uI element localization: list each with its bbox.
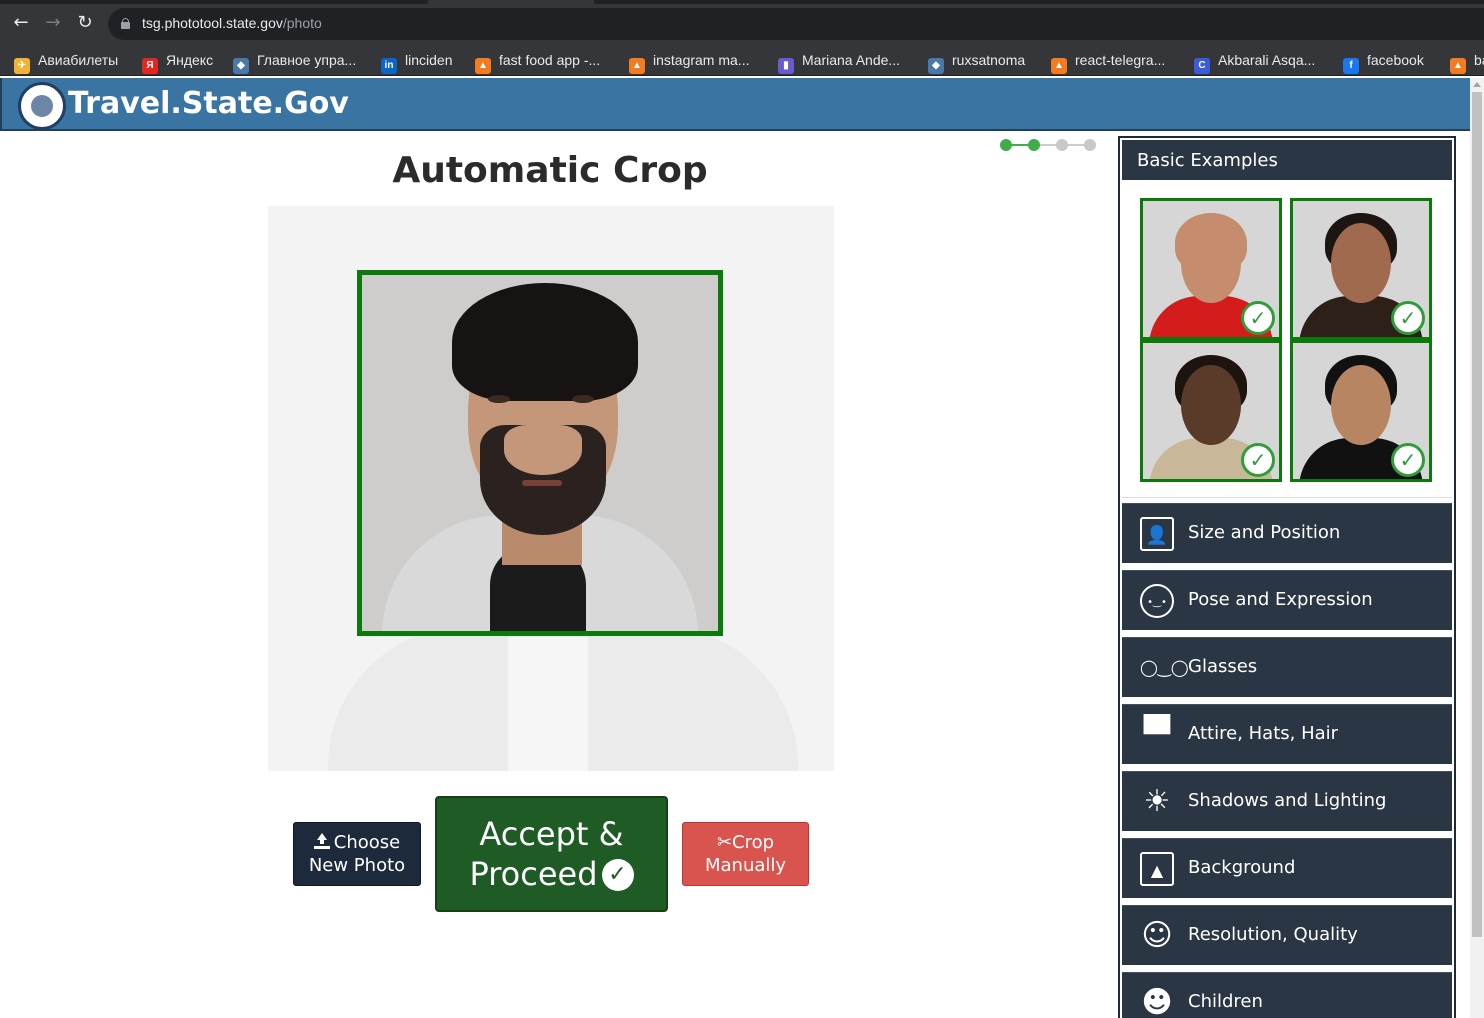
bookmarks-bar: ✈ Авиабилеты Я Яндекс ◆ Главное упра... in linc… <box>0 44 1484 76</box>
portrait-frame-icon: 👤 <box>1140 517 1174 551</box>
bookmark-item[interactable]: C Akbarali Asqa... <box>1194 51 1316 74</box>
check-circle-icon: ✓ <box>601 859 634 891</box>
bookmark-label: fast food app -... <box>499 52 601 68</box>
face-outline-icon: ☺ <box>1141 918 1173 953</box>
guideline-category-size-and-position[interactable]: 👤 Size and Position <box>1122 503 1452 563</box>
bookmark-item[interactable]: ▲ instagram ma... <box>629 51 750 74</box>
category-label: Shadows and Lighting <box>1188 790 1387 811</box>
guidelines-sidebar: Basic Examples ✓ ✓ ✓ ✓ 👤 Size and Position •‿… <box>1118 136 1456 1018</box>
sun-icon: ☀ <box>1143 784 1171 819</box>
approved-check-icon: ✓ <box>1391 301 1425 335</box>
choose-new-photo-button[interactable]: Choose New Photo <box>293 822 421 886</box>
bookmark-item[interactable]: in linciden <box>381 51 453 74</box>
bookmark-favicon-icon: Я <box>142 58 158 74</box>
example-photo[interactable]: ✓ <box>1290 198 1432 340</box>
bookmark-item[interactable]: ◆ Главное упра... <box>233 51 357 74</box>
guideline-category-children[interactable]: ☻ Children <box>1122 972 1452 1018</box>
bookmark-favicon-icon: ◆ <box>233 58 249 74</box>
category-label: Children <box>1188 991 1263 1012</box>
category-label: Pose and Expression <box>1188 589 1373 610</box>
bookmark-label: ruxsatnoma <box>952 52 1026 68</box>
lock-icon <box>121 18 130 29</box>
category-label: Glasses <box>1188 656 1258 677</box>
site-header: Travel.State.Gov <box>0 78 1470 131</box>
guideline-category-attire-hats-hair[interactable]: ▀ Attire, Hats, Hair <box>1122 704 1452 764</box>
bookmark-item[interactable]: Я Яндекс <box>142 51 214 74</box>
bookmark-label: facebook <box>1367 52 1424 68</box>
neutral-face-icon: •‿• <box>1140 584 1174 618</box>
bookmark-favicon-icon: f <box>1343 58 1359 74</box>
bookmark-item[interactable]: ✈ Авиабилеты <box>14 51 119 74</box>
approved-check-icon: ✓ <box>1241 301 1275 335</box>
bookmark-item[interactable]: ▲ ba <box>1450 51 1484 74</box>
bookmark-item[interactable]: ▲ fast food app -... <box>475 51 601 74</box>
dos-seal-icon[interactable] <box>18 82 66 130</box>
bookmark-favicon-icon: ▮ <box>778 58 794 74</box>
address-bar[interactable]: tsg.phototool.state.gov/photo <box>108 8 1484 40</box>
guideline-category-pose-and-expression[interactable]: •‿• Pose and Expression <box>1122 570 1452 630</box>
page-scrollbar[interactable] <box>1470 78 1484 1018</box>
bookmark-label: ba <box>1474 52 1484 68</box>
bookmark-label: react-telegra... <box>1075 52 1166 68</box>
bookmark-favicon-icon: ✈ <box>14 58 30 74</box>
bookmark-label: instagram ma... <box>653 52 750 68</box>
category-label: Background <box>1188 857 1296 878</box>
bookmark-item[interactable]: f facebook <box>1343 51 1424 74</box>
bookmark-favicon-icon: ◆ <box>928 58 944 74</box>
bookmark-item[interactable]: ◆ ruxsatnoma <box>928 51 1026 74</box>
hat-icon: ▀ <box>1143 715 1171 755</box>
guideline-category-resolution-quality[interactable]: ☺ Resolution, Quality <box>1122 905 1452 965</box>
bookmark-label: Akbarali Asqa... <box>1218 52 1316 68</box>
page-title: Automatic Crop <box>392 150 708 191</box>
landscape-image-icon: ▲ <box>1140 852 1174 886</box>
guideline-category-shadows-and-lighting[interactable]: ☀ Shadows and Lighting <box>1122 771 1452 831</box>
bookmark-favicon-icon: ▲ <box>1450 58 1466 74</box>
url-text: tsg.phototool.state.gov/photo <box>142 15 322 31</box>
example-photo[interactable]: ✓ <box>1290 340 1432 482</box>
bookmark-favicon-icon: ▲ <box>629 58 645 74</box>
category-label: Size and Position <box>1188 522 1341 543</box>
reload-icon[interactable]: ↻ <box>74 12 96 34</box>
scroll-up-arrow-icon[interactable] <box>1473 82 1481 87</box>
bookmark-favicon-icon: ▲ <box>1051 58 1067 74</box>
tab-strip-edge <box>594 0 1484 4</box>
forward-arrow-icon[interactable]: → <box>42 12 64 34</box>
bookmark-favicon-icon: C <box>1194 58 1210 74</box>
bookmark-item[interactable]: ▮ Mariana Ande... <box>778 51 901 74</box>
guideline-category-background[interactable]: ▲ Background <box>1122 838 1452 898</box>
site-title[interactable]: Travel.State.Gov <box>68 86 349 121</box>
guideline-category-glasses[interactable]: ◯‿◯ Glasses <box>1122 637 1452 697</box>
back-arrow-icon[interactable]: ← <box>10 12 32 34</box>
example-photo[interactable]: ✓ <box>1140 198 1282 340</box>
bookmark-label: Яндекс <box>166 52 214 68</box>
baby-face-icon: ☻ <box>1141 985 1173 1018</box>
category-label: Attire, Hats, Hair <box>1188 723 1339 744</box>
bookmark-item[interactable]: ▲ react-telegra... <box>1051 51 1166 74</box>
example-photo[interactable]: ✓ <box>1140 340 1282 482</box>
basic-examples-header[interactable]: Basic Examples <box>1122 140 1452 180</box>
bookmark-favicon-icon: in <box>381 58 397 74</box>
cropped-photo <box>357 270 723 636</box>
bookmark-label: Авиабилеты <box>38 52 119 68</box>
crop-manually-button[interactable]: ✂Crop Manually <box>682 822 809 886</box>
upload-icon <box>313 833 330 849</box>
bookmark-favicon-icon: ▲ <box>475 58 491 74</box>
approved-check-icon: ✓ <box>1391 443 1425 477</box>
glasses-icon: ◯‿◯ <box>1140 658 1189 677</box>
approved-check-icon: ✓ <box>1241 443 1275 477</box>
category-label: Resolution, Quality <box>1188 924 1358 945</box>
bookmark-label: Главное упра... <box>257 52 357 68</box>
bookmark-label: linciden <box>405 52 453 68</box>
main-content: Automatic Crop Choose New Photo Accept &… <box>0 132 1118 1018</box>
basic-examples-grid: ✓ ✓ ✓ ✓ <box>1122 180 1452 498</box>
browser-toolbar: ← → ↻ tsg.phototool.state.gov/photo <box>0 0 1484 44</box>
scroll-thumb[interactable] <box>1472 92 1482 937</box>
tab-strip-edge <box>0 0 428 4</box>
scissors-icon: ✂ <box>716 832 733 853</box>
bookmark-label: Mariana Ande... <box>802 52 901 68</box>
accept-and-proceed-button[interactable]: Accept & Proceed ✓ <box>435 796 668 912</box>
